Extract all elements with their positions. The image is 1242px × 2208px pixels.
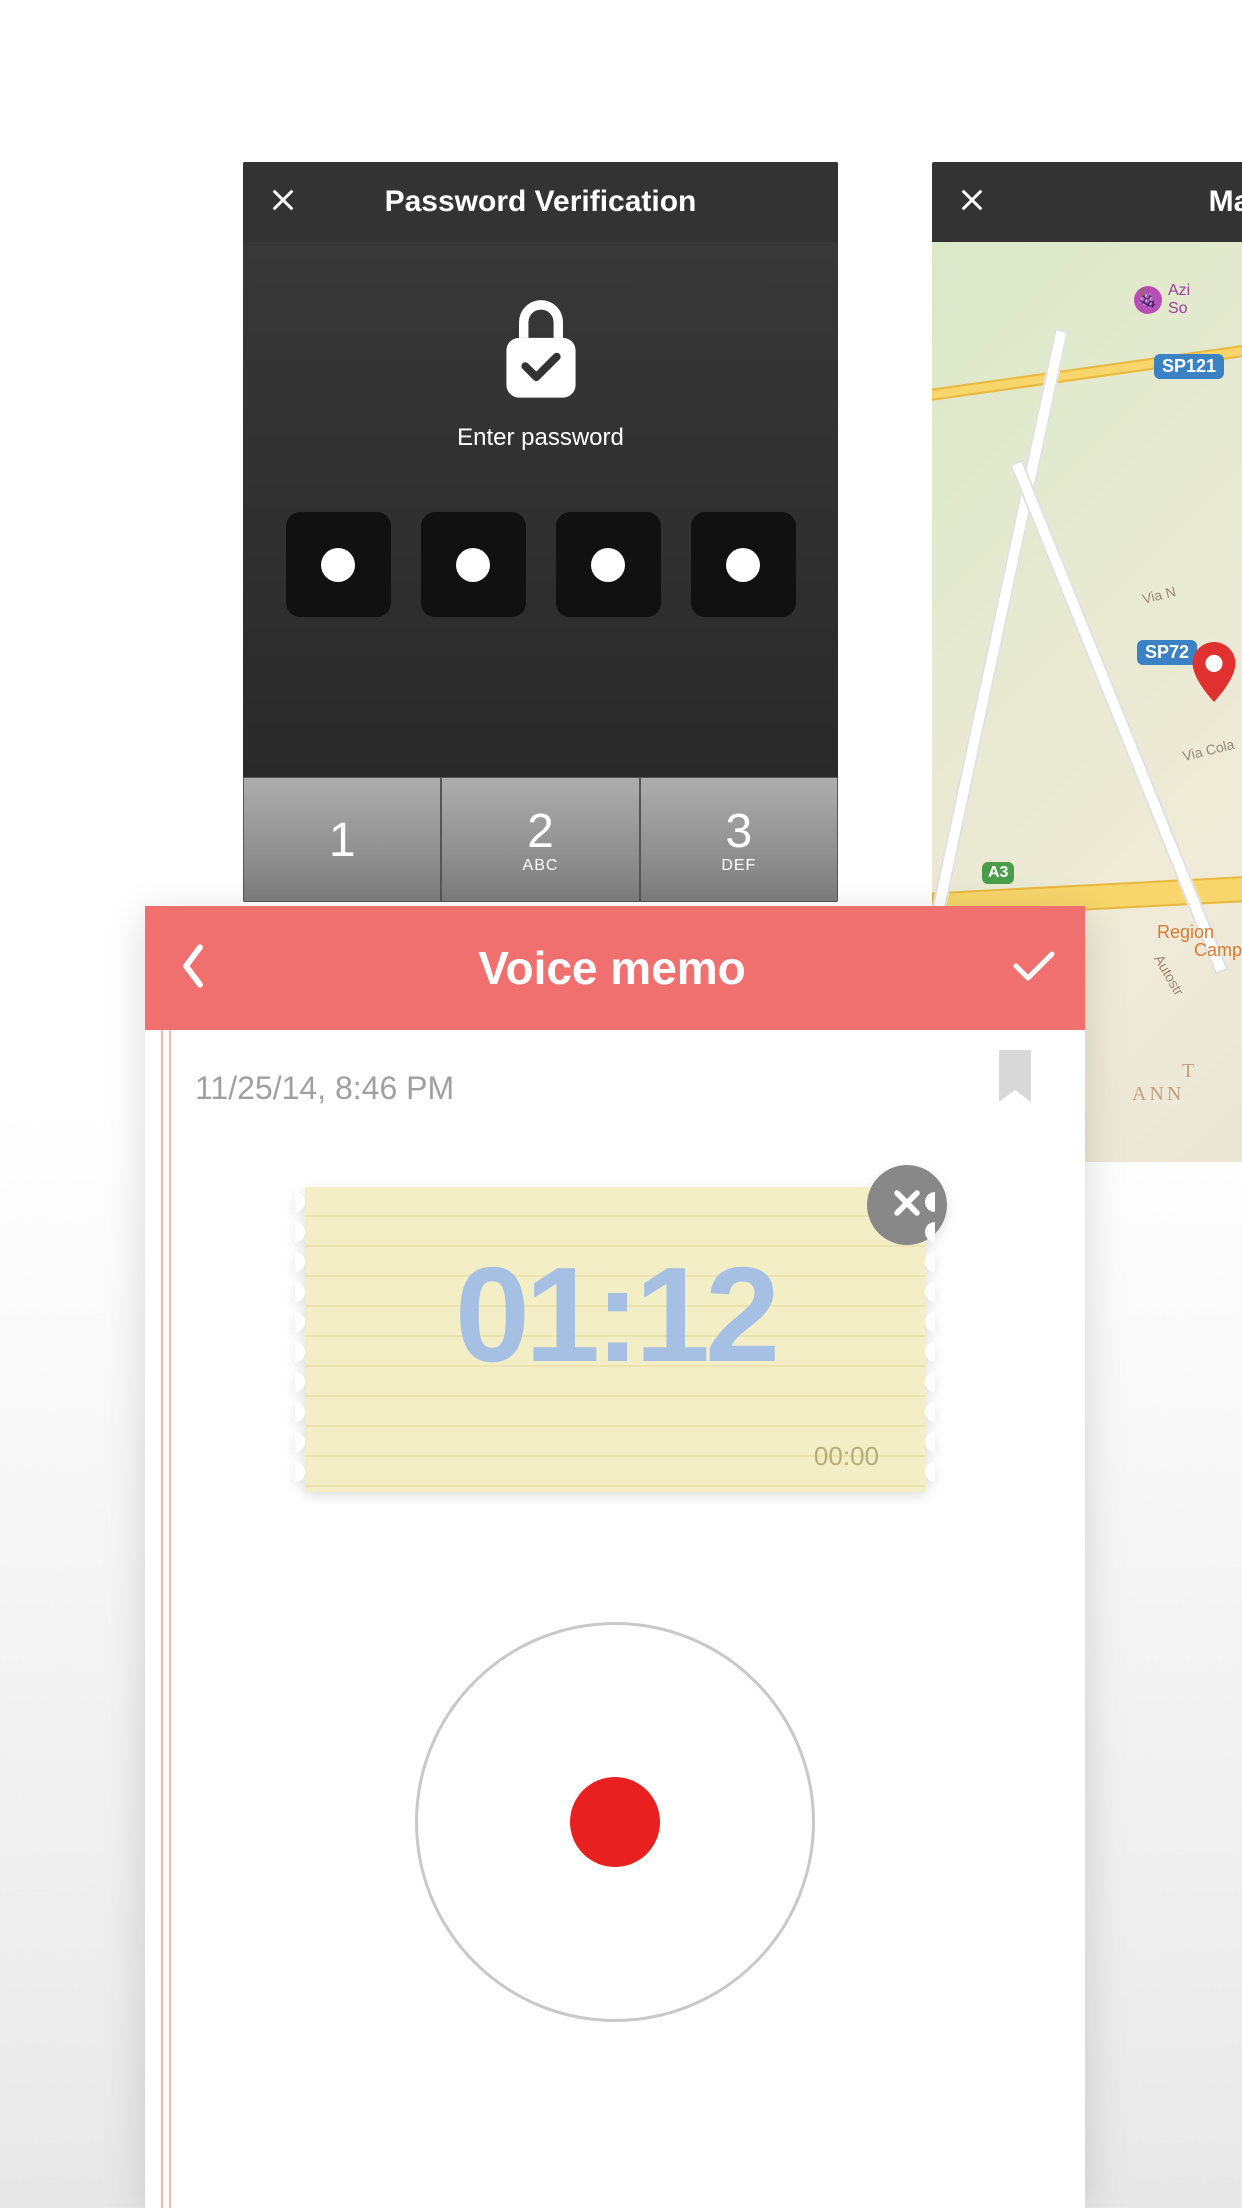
- voice-memo-panel: Voice memo 11/25/14, 8:46 PM 01:12 00:00: [145, 906, 1085, 2208]
- lock-check-icon: [491, 297, 591, 412]
- keypad-digit: 3: [725, 804, 752, 859]
- back-button[interactable]: [169, 936, 217, 1000]
- close-icon: [890, 1186, 924, 1225]
- sub-time: 00:00: [814, 1441, 879, 1472]
- check-icon: [1012, 948, 1056, 989]
- keypad-letters: ABC: [523, 857, 559, 875]
- keypad-letters: DEF: [721, 857, 756, 875]
- close-button[interactable]: [952, 182, 992, 222]
- close-icon: [269, 186, 297, 219]
- poi-label: AziSo: [1168, 282, 1190, 317]
- map-title: Ma: [992, 185, 1242, 219]
- password-digit-1[interactable]: [286, 512, 391, 617]
- street-label: Via N: [1141, 583, 1178, 607]
- poi-label: Campa: [1194, 940, 1242, 961]
- memo-datetime: 11/25/14, 8:46 PM: [195, 1070, 1035, 1107]
- dot-icon: [726, 548, 760, 582]
- confirm-button[interactable]: [1007, 941, 1061, 995]
- password-digit-4[interactable]: [691, 512, 796, 617]
- map-pin-icon[interactable]: [1192, 642, 1236, 707]
- bookmark-button[interactable]: [995, 1050, 1035, 1111]
- keypad-key-2[interactable]: 2 ABC: [441, 777, 639, 902]
- password-dots: [243, 512, 838, 617]
- street-label: Via Cola: [1181, 736, 1236, 764]
- keypad: 1 2 ABC 3 DEF: [243, 777, 838, 902]
- voice-memo-body: 11/25/14, 8:46 PM 01:12 00:00: [145, 1030, 1085, 2208]
- dot-icon: [591, 548, 625, 582]
- road-label-a3: A3: [982, 862, 1014, 884]
- record-icon: [570, 1777, 660, 1867]
- password-digit-3[interactable]: [556, 512, 661, 617]
- lock-wrap: Enter password: [243, 297, 838, 452]
- grape-icon: 🍇: [1134, 286, 1162, 314]
- keypad-digit: 1: [329, 813, 356, 868]
- bookmark-icon: [995, 1093, 1035, 1110]
- password-title: Password Verification: [303, 185, 778, 219]
- poi-winery[interactable]: 🍇 AziSo: [1134, 282, 1190, 317]
- street-label: Autostr: [1151, 952, 1187, 998]
- password-header: Password Verification: [243, 162, 838, 242]
- map-header: Ma: [932, 162, 1242, 242]
- road-label-sp121: SP121: [1154, 354, 1224, 379]
- dot-icon: [321, 548, 355, 582]
- delete-recording-button[interactable]: [867, 1165, 947, 1245]
- password-digit-2[interactable]: [421, 512, 526, 617]
- password-prompt: Enter password: [243, 424, 838, 452]
- keypad-key-1[interactable]: 1: [243, 777, 441, 902]
- close-icon: [958, 186, 986, 219]
- voice-memo-title: Voice memo: [217, 941, 1007, 995]
- dot-icon: [456, 548, 490, 582]
- voice-memo-header: Voice memo: [145, 906, 1085, 1030]
- password-verification-panel: Password Verification Enter password 1 2…: [243, 162, 838, 902]
- map-area-label: T ANN: [1132, 1060, 1197, 1106]
- chevron-left-icon: [179, 942, 207, 995]
- road-label-sp72: SP72: [1137, 640, 1197, 665]
- keypad-key-3[interactable]: 3 DEF: [640, 777, 838, 902]
- time-ticket: 01:12 00:00: [305, 1187, 925, 1492]
- margin-line: [161, 1030, 163, 2208]
- keypad-digit: 2: [527, 804, 554, 859]
- margin-line: [169, 1030, 171, 2208]
- record-button[interactable]: [415, 1622, 815, 2022]
- close-button[interactable]: [263, 182, 303, 222]
- elapsed-time: 01:12: [305, 1237, 925, 1392]
